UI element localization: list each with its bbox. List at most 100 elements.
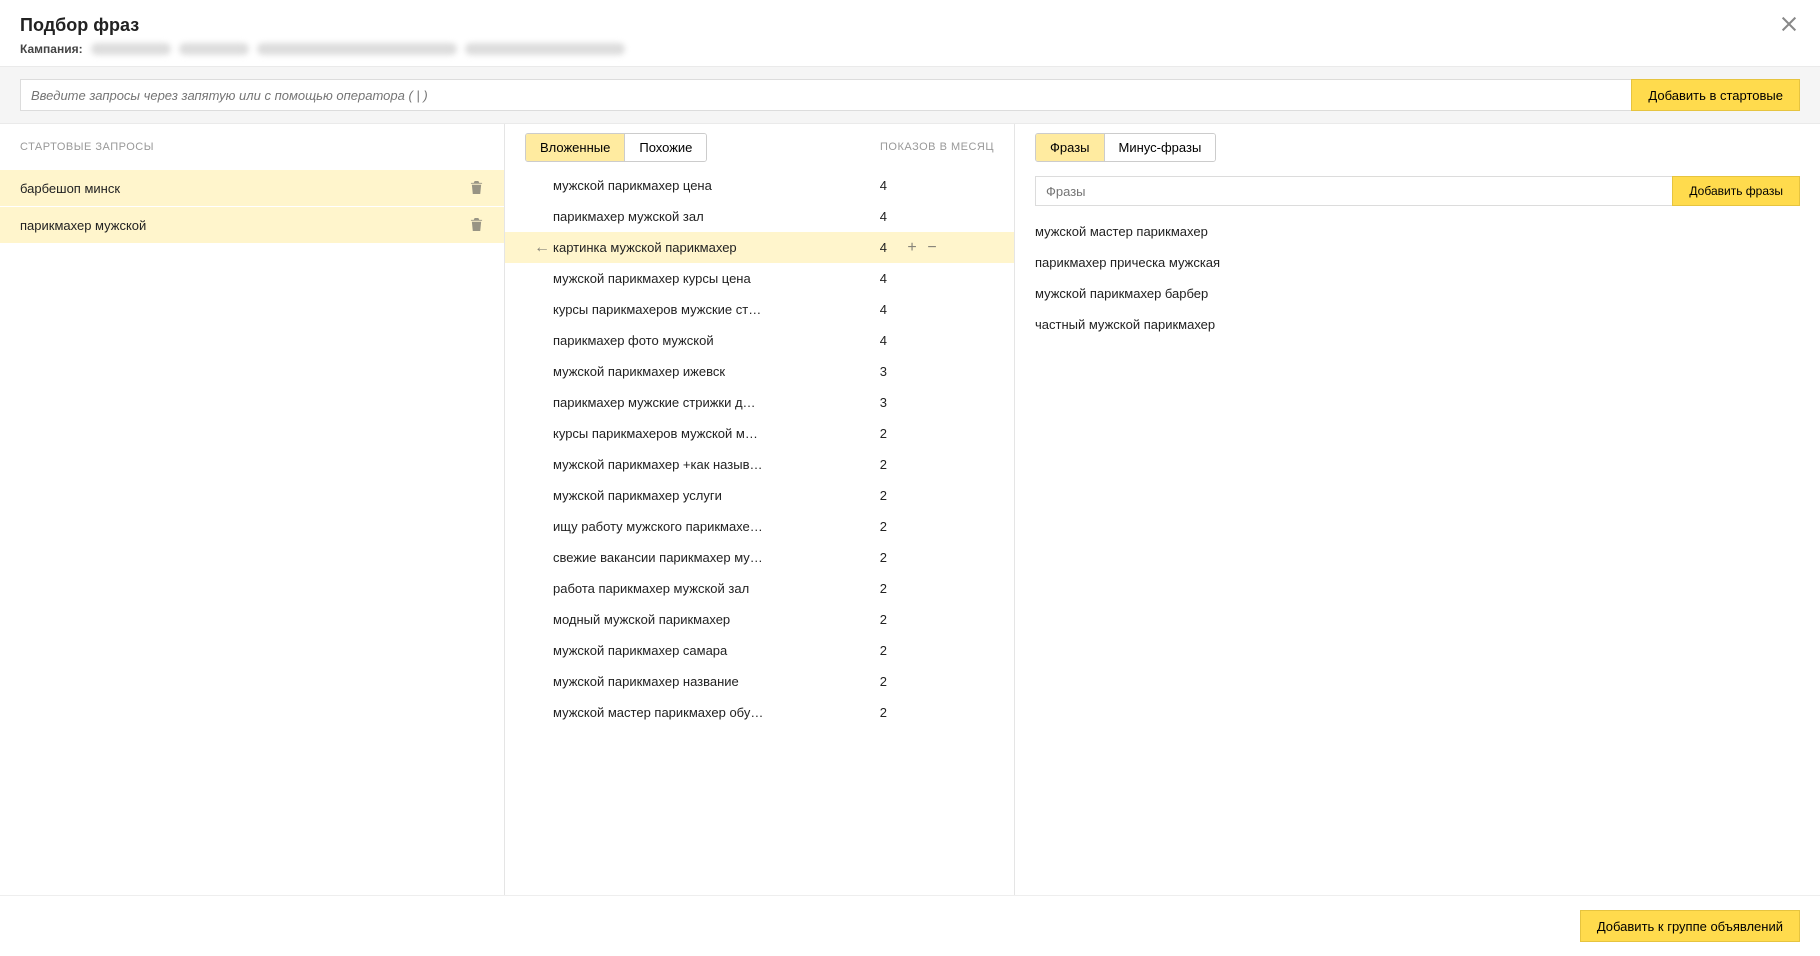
plus-icon[interactable]: + [905, 520, 919, 534]
suggestion-text: мужской парикмахер курсы цена [539, 271, 859, 286]
breadcrumb: Кампания: [20, 42, 1800, 56]
query-input[interactable] [20, 79, 1631, 111]
suggestion-row[interactable]: ←курсы парикмахеров мужской м…2+− [505, 418, 1014, 449]
phrase-item[interactable]: мужской парикмахер барбер [1015, 278, 1820, 309]
suggestion-count: 2 [859, 581, 899, 596]
minus-icon[interactable]: − [925, 303, 939, 317]
suggestion-row[interactable]: ←ищу работу мужского парикмахе…2+− [505, 511, 1014, 542]
plus-icon[interactable]: + [905, 427, 919, 441]
minus-icon[interactable]: − [925, 551, 939, 565]
minus-icon[interactable]: − [925, 210, 939, 224]
minus-icon[interactable]: − [925, 520, 939, 534]
suggestion-row[interactable]: ←мужской парикмахер +как назыв…2+− [505, 449, 1014, 480]
suggestion-row[interactable]: ←парикмахер мужской зал4+− [505, 201, 1014, 232]
plus-icon[interactable]: + [905, 272, 919, 286]
plus-icon[interactable]: + [905, 334, 919, 348]
minus-icon[interactable]: − [925, 365, 939, 379]
plus-icon[interactable]: + [905, 489, 919, 503]
start-query-row[interactable]: барбешоп минск [0, 170, 504, 207]
minus-icon[interactable]: − [925, 241, 939, 255]
plus-icon[interactable]: + [905, 210, 919, 224]
plus-icon[interactable]: + [905, 551, 919, 565]
minus-icon[interactable]: − [925, 427, 939, 441]
suggestion-row[interactable]: ←парикмахер мужские стрижки д…3+− [505, 387, 1014, 418]
trash-icon[interactable] [470, 217, 483, 232]
plus-icon[interactable]: + [905, 241, 919, 255]
tab-similar[interactable]: Похожие [624, 134, 706, 161]
minus-icon[interactable]: − [925, 396, 939, 410]
suggestion-row[interactable]: ←мужской парикмахер самара2+− [505, 635, 1014, 666]
page-title: Подбор фраз [20, 15, 1800, 36]
suggestion-row[interactable]: ←мужской парикмахер курсы цена4+− [505, 263, 1014, 294]
suggestion-row[interactable]: ←курсы парикмахеров мужские ст…4+− [505, 294, 1014, 325]
tab-phrases[interactable]: Фразы [1036, 134, 1104, 161]
plus-icon[interactable]: + [905, 458, 919, 472]
minus-icon[interactable]: − [925, 272, 939, 286]
phrase-type-tabs: Фразы Минус-фразы [1035, 133, 1216, 162]
suggestion-text: парикмахер фото мужской [539, 333, 859, 348]
suggestion-row[interactable]: ←мужской парикмахер ижевск3+− [505, 356, 1014, 387]
plus-icon[interactable]: + [905, 582, 919, 596]
phrase-item[interactable]: частный мужской парикмахер [1015, 309, 1820, 340]
start-queries-column: СТАРТОВЫЕ ЗАПРОСЫ барбешоп минскпарикмах… [0, 124, 505, 895]
suggestions-column: Вложенные Похожие ПОКАЗОВ В МЕСЯЦ ←мужск… [505, 124, 1015, 895]
suggestion-text: ищу работу мужского парикмахе… [539, 519, 859, 534]
suggestion-count: 4 [859, 178, 899, 193]
minus-icon[interactable]: − [925, 706, 939, 720]
suggestion-text: курсы парикмахеров мужские ст… [539, 302, 859, 317]
suggestions-list[interactable]: ←мужской парикмахер цена4+−←парикмахер м… [505, 170, 1014, 895]
minus-icon[interactable]: − [925, 458, 939, 472]
dialog-footer: Добавить к группе объявлений [0, 896, 1820, 956]
suggestion-text: мужской парикмахер самара [539, 643, 859, 658]
suggestion-count: 2 [859, 519, 899, 534]
close-icon[interactable] [1780, 15, 1798, 33]
delete-button[interactable] [470, 180, 484, 196]
phrases-input[interactable] [1035, 176, 1672, 206]
tab-nested[interactable]: Вложенные [526, 134, 624, 161]
suggestion-row[interactable]: ←мужской парикмахер услуги2+− [505, 480, 1014, 511]
plus-icon[interactable]: + [905, 706, 919, 720]
arrow-left-icon[interactable]: ← [535, 241, 549, 255]
phrase-item[interactable]: парикмахер прическа мужская [1015, 247, 1820, 278]
delete-button[interactable] [470, 217, 484, 233]
minus-icon[interactable]: − [925, 675, 939, 689]
minus-icon[interactable]: − [925, 613, 939, 627]
add-to-ad-group-button[interactable]: Добавить к группе объявлений [1580, 910, 1800, 942]
phrases-column: Фразы Минус-фразы Добавить фразы мужской… [1015, 124, 1820, 895]
add-to-start-button[interactable]: Добавить в стартовые [1631, 79, 1800, 111]
suggestion-row[interactable]: ←мужской парикмахер цена4+− [505, 170, 1014, 201]
minus-icon[interactable]: − [925, 644, 939, 658]
minus-icon[interactable]: − [925, 179, 939, 193]
suggestion-text: работа парикмахер мужской зал [539, 581, 859, 596]
add-phrases-button[interactable]: Добавить фразы [1672, 176, 1800, 206]
plus-icon[interactable]: + [905, 613, 919, 627]
trash-icon[interactable] [470, 180, 483, 195]
plus-icon[interactable]: + [905, 365, 919, 379]
suggestion-text: мужской парикмахер +как назыв… [539, 457, 859, 472]
minus-icon[interactable]: − [925, 334, 939, 348]
suggestion-text: парикмахер мужские стрижки д… [539, 395, 859, 410]
start-query-row[interactable]: парикмахер мужской [0, 207, 504, 244]
suggestion-count: 4 [859, 302, 899, 317]
plus-icon[interactable]: + [905, 303, 919, 317]
suggestion-row[interactable]: ←работа парикмахер мужской зал2+− [505, 573, 1014, 604]
suggestion-row[interactable]: ←свежие вакансии парикмахер му…2+− [505, 542, 1014, 573]
plus-icon[interactable]: + [905, 179, 919, 193]
suggestion-row[interactable]: ←парикмахер фото мужской4+− [505, 325, 1014, 356]
suggestion-mode-tabs: Вложенные Похожие [525, 133, 707, 162]
suggestions-header: Вложенные Похожие ПОКАЗОВ В МЕСЯЦ [505, 124, 1014, 170]
suggestion-text: парикмахер мужской зал [539, 209, 859, 224]
suggestion-row[interactable]: ←модный мужской парикмахер2+− [505, 604, 1014, 635]
plus-icon[interactable]: + [905, 644, 919, 658]
minus-icon[interactable]: − [925, 582, 939, 596]
minus-icon[interactable]: − [925, 489, 939, 503]
suggestion-count: 4 [859, 209, 899, 224]
suggestion-count: 2 [859, 426, 899, 441]
suggestion-row[interactable]: ←мужской мастер парикмахер обу…2+− [505, 697, 1014, 728]
phrase-item[interactable]: мужской мастер парикмахер [1015, 216, 1820, 247]
suggestion-row[interactable]: ←картинка мужской парикмахер4+− [505, 232, 1014, 263]
plus-icon[interactable]: + [905, 675, 919, 689]
tab-minus-phrases[interactable]: Минус-фразы [1104, 134, 1216, 161]
suggestion-row[interactable]: ←мужской парикмахер название2+− [505, 666, 1014, 697]
plus-icon[interactable]: + [905, 396, 919, 410]
